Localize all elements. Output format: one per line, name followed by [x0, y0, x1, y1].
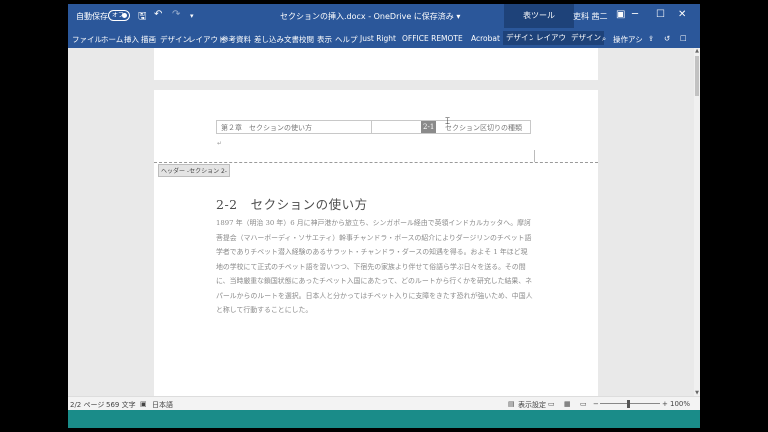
- tab-mailings[interactable]: 差し込み文書: [254, 34, 299, 45]
- tab-home[interactable]: ホーム: [101, 34, 123, 45]
- autosave-label: 自動保存: [76, 12, 108, 21]
- document-title[interactable]: セクションの挿入.docx - OneDrive に保存済み ▾: [280, 11, 460, 22]
- ribbon-display-icon[interactable]: ▣: [616, 9, 625, 20]
- header-field-number[interactable]: 2-1: [421, 121, 437, 133]
- search-icon[interactable]: ⌕: [602, 34, 606, 44]
- close-icon[interactable]: ✕: [678, 9, 686, 20]
- word-count[interactable]: 569 文字: [106, 400, 136, 410]
- tab-references[interactable]: 参考資料: [221, 34, 251, 45]
- proofing-icon[interactable]: ▣: [140, 400, 147, 408]
- section-heading[interactable]: 2-2 セクションの使い方: [216, 194, 368, 213]
- redo-icon[interactable]: ↷: [172, 9, 180, 20]
- customize-qat-icon[interactable]: ▾: [190, 12, 194, 20]
- document-area[interactable]: 第２章 セクションの使い方 2-1 セクション区切りの種類 𝙸 ↵ ヘッダー -…: [68, 48, 694, 396]
- page-1[interactable]: [154, 48, 598, 80]
- display-settings-icon[interactable]: ▤: [508, 400, 515, 408]
- zoom-slider[interactable]: [600, 403, 660, 404]
- body-paragraph[interactable]: 1897 年（明治 30 年）6 月に神戸港から旅立ち、シンガポール経由で英領イ…: [216, 216, 534, 318]
- title-bar: 自動保存 オフ 🖫 ↶ ↷ ▾ セクションの挿入.docx - OneDrive…: [68, 4, 700, 28]
- zoom-slider-thumb[interactable]: [627, 400, 630, 408]
- scroll-thumb[interactable]: [695, 56, 699, 96]
- header-chapter-cell[interactable]: 第２章 セクションの使い方: [221, 123, 312, 133]
- page-2[interactable]: 第２章 セクションの使い方 2-1 セクション区切りの種類 𝙸 ↵ ヘッダー -…: [154, 90, 598, 396]
- header-section-cell[interactable]: セクション区切りの種類: [445, 123, 522, 133]
- page-count[interactable]: 2/2 ページ: [70, 400, 104, 410]
- header-margin-marker: [534, 150, 535, 162]
- text-cursor-icon: 𝙸: [444, 116, 452, 127]
- header-table[interactable]: 第２章 セクションの使い方 2-1 セクション区切りの種類: [216, 120, 531, 134]
- undo-icon[interactable]: ↶: [154, 9, 162, 20]
- comments-icon[interactable]: ☐: [680, 34, 687, 43]
- tab-review[interactable]: 校閲: [299, 34, 314, 45]
- table-divider: [371, 121, 372, 133]
- share-icon[interactable]: ⇪: [648, 34, 654, 43]
- scroll-up-icon[interactable]: ▲: [694, 48, 700, 54]
- table-tools-label: 表ツール: [504, 4, 574, 28]
- maximize-icon[interactable]: ☐: [656, 9, 665, 20]
- header-boundary: [154, 162, 598, 163]
- tab-layout[interactable]: レイアウト: [188, 34, 226, 45]
- tab-acrobat[interactable]: Acrobat: [471, 34, 500, 43]
- tab-view[interactable]: 表示: [317, 34, 332, 45]
- zoom-in-icon[interactable]: +: [662, 400, 668, 408]
- print-layout-icon[interactable]: ▦: [564, 400, 571, 408]
- tab-just-right[interactable]: Just Right: [360, 34, 396, 43]
- display-settings[interactable]: 表示設定: [518, 400, 546, 410]
- tab-office-remote[interactable]: OFFICE REMOTE: [402, 34, 463, 43]
- paragraph-mark-icon: ↵: [217, 140, 223, 147]
- tab-draw[interactable]: 描画: [141, 34, 156, 45]
- save-icon[interactable]: 🖫: [138, 9, 147, 26]
- tab-help[interactable]: ヘルプ: [335, 34, 358, 45]
- web-layout-icon[interactable]: ▭: [580, 400, 587, 408]
- taskbar-strip: [68, 410, 700, 428]
- header-section-tag: ヘッダー -セクション 2-: [158, 164, 230, 177]
- user-name[interactable]: 吏科 茜二: [573, 11, 608, 22]
- read-mode-icon[interactable]: ▭: [548, 400, 555, 408]
- language[interactable]: 日本語: [152, 400, 173, 410]
- history-icon[interactable]: ↺: [664, 34, 670, 43]
- tab-design[interactable]: デザイン: [160, 34, 190, 45]
- tell-me-box[interactable]: 操作アシ: [613, 34, 643, 45]
- vertical-scrollbar[interactable]: ▲ ▼: [694, 48, 700, 396]
- zoom-level[interactable]: 100%: [670, 400, 690, 408]
- tab-header-design[interactable]: デザイン: [568, 31, 604, 45]
- minimize-icon[interactable]: ─: [632, 9, 638, 20]
- zoom-out-icon[interactable]: −: [593, 400, 599, 408]
- word-window: 自動保存 オフ 🖫 ↶ ↷ ▾ セクションの挿入.docx - OneDrive…: [68, 4, 700, 428]
- status-bar: 2/2 ページ 569 文字 ▣ 日本語 ▤ 表示設定 ▭ ▦ ▭ − + 10…: [68, 396, 700, 410]
- tab-file[interactable]: ファイル: [72, 34, 102, 45]
- ribbon-tabs: ファイル ホーム 挿入 描画 デザイン レイアウト 参考資料 差し込み文書 校閲…: [68, 28, 700, 48]
- tab-insert[interactable]: 挿入: [124, 34, 139, 45]
- autosave-toggle[interactable]: オフ: [108, 10, 130, 21]
